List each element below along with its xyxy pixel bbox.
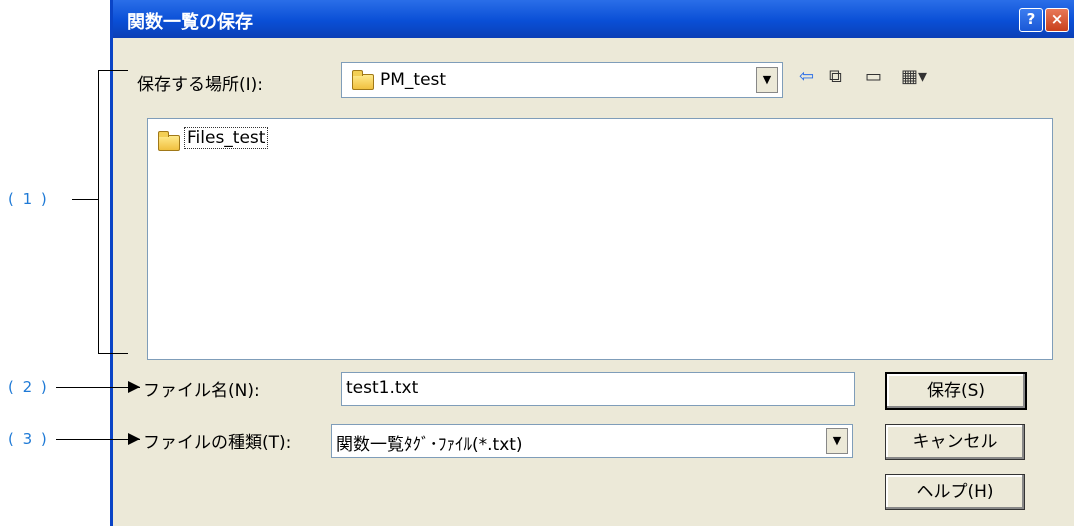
folder-icon <box>352 70 374 90</box>
arrow-3-head <box>128 433 140 445</box>
bracket-top <box>98 70 128 71</box>
close-icon[interactable]: × <box>1045 8 1069 32</box>
cancel-button[interactable]: キャンセル <box>885 424 1025 460</box>
callout-3: ( 3 ) <box>8 430 49 448</box>
bracket-bottom <box>98 353 128 354</box>
arrow-2-head <box>128 381 140 393</box>
new-folder-icon[interactable]: ▭ <box>865 66 882 87</box>
dialog-title: 関数一覧の保存 <box>127 12 253 33</box>
callout-2: ( 2 ) <box>8 378 49 396</box>
file-name-field[interactable]: test1.txt <box>341 372 855 406</box>
save-location-label: 保存する場所(I): <box>137 75 264 95</box>
file-type-value: 関数一覧ﾀｸﾞ･ﾌｧｲﾙ(*.txt) <box>336 435 523 455</box>
chevron-down-icon[interactable]: ▼ <box>826 428 848 454</box>
file-type-label: ファイルの種類(T): <box>143 433 292 453</box>
up-folder-icon[interactable]: ⧉ <box>829 66 842 87</box>
save-button[interactable]: 保存(S) <box>885 372 1027 410</box>
file-name-label: ファイル名(N): <box>143 381 260 401</box>
help-icon[interactable]: ? <box>1019 8 1043 32</box>
save-dialog: 関数一覧の保存 ? × 保存する場所(I): PM_test ▼ ⇦ ⧉ ▭ ▦… <box>110 0 1074 526</box>
callout-1: ( 1 ) <box>8 190 49 208</box>
chevron-down-icon[interactable]: ▼ <box>756 67 778 93</box>
help-button[interactable]: ヘルプ(H) <box>885 474 1025 510</box>
back-arrow-icon[interactable]: ⇦ <box>799 66 814 87</box>
file-name-value: test1.txt <box>346 378 419 398</box>
save-location-combo[interactable]: PM_test ▼ <box>341 62 783 98</box>
file-type-select[interactable]: 関数一覧ﾀｸﾞ･ﾌｧｲﾙ(*.txt) ▼ <box>331 424 853 458</box>
bracket-vertical <box>98 70 99 353</box>
list-item-label: Files_test <box>184 127 269 149</box>
file-list[interactable]: Files_test <box>147 118 1053 360</box>
bracket-leader <box>72 199 98 200</box>
title-bar: 関数一覧の保存 ? × <box>113 0 1074 38</box>
folder-icon <box>158 131 180 151</box>
view-menu-icon[interactable]: ▦▾ <box>901 66 927 87</box>
save-location-value: PM_test <box>380 70 447 90</box>
